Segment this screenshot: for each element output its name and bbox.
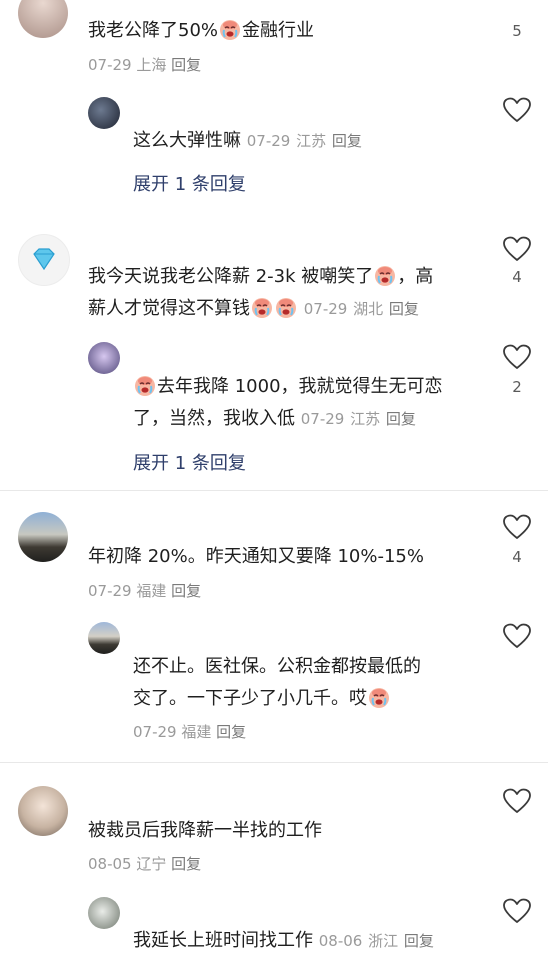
heart-outline-icon[interactable] [503, 97, 531, 123]
crying-face-emoji [251, 297, 273, 318]
reply-avatar[interactable] [88, 342, 120, 374]
avatar[interactable] [18, 786, 68, 836]
expand-replies-link[interactable]: 展开 1 条回复 [133, 170, 246, 196]
reply-button[interactable]: 回复 [171, 56, 201, 74]
comment-text: 我老公降了50% 金融行业 [88, 19, 315, 41]
reply-text-line1: 还不止。医社保。公积金都按最低的 [133, 656, 421, 677]
reply-button[interactable]: 回复 [216, 723, 246, 741]
like-count: 5 [512, 22, 522, 40]
comment-meta: 07-29 福建 回复 [88, 582, 202, 600]
comment-text-line2: 薪人才觉得这不算钱 07-29 湖北 回复 [88, 297, 419, 319]
like-count: 2 [512, 378, 522, 396]
reply-avatar[interactable] [88, 622, 120, 654]
heart-outline-icon[interactable] [503, 898, 531, 924]
comment-text-line1: 我今天说我老公降薪 2-3k 被嘲笑了 ，高 [88, 265, 434, 287]
reply-text-line2: 了，当然，我收入低 07-29 江苏 回复 [133, 408, 416, 429]
like-count: 4 [512, 268, 522, 286]
like-count: 4 [512, 548, 522, 566]
expand-replies-link[interactable]: 展开 1 条回复 [133, 449, 246, 475]
crying-face-emoji [374, 265, 397, 286]
reply-text-line1: 去年我降 1000，我就觉得生无可恋 [133, 372, 443, 402]
diamond-avatar-icon [33, 248, 55, 271]
reply-button[interactable]: 回复 [389, 300, 419, 318]
avatar[interactable] [18, 234, 70, 286]
reply-button[interactable]: 回复 [332, 132, 362, 150]
reply-button[interactable]: 回复 [404, 932, 434, 950]
avatar[interactable] [18, 0, 68, 38]
heart-outline-icon[interactable] [503, 788, 531, 814]
comment-meta: 08-05 辽宁 回复 [88, 855, 202, 873]
crying-face-emoji [134, 375, 156, 396]
crying-face-emoji [368, 687, 390, 708]
crying-face-emoji [219, 19, 242, 40]
crying-face-emoji [275, 297, 297, 318]
reply-button[interactable]: 回复 [171, 582, 201, 600]
comment-meta: 07-29 上海 回复 [88, 56, 202, 74]
reply-button[interactable]: 回复 [386, 410, 416, 428]
heart-outline-icon[interactable] [503, 344, 531, 370]
reply-meta: 07-29 福建 回复 [133, 723, 247, 741]
heart-outline-icon[interactable] [503, 514, 531, 540]
comment-text: 被裁员后我降薪一半找的工作 [88, 820, 322, 841]
avatar[interactable] [18, 512, 68, 562]
reply-text-line2: 交了。一下子少了小几千。哎 [133, 684, 391, 714]
heart-outline-icon[interactable] [503, 623, 531, 649]
comment-text: 年初降 20%。昨天通知又要降 10%-15% [88, 546, 424, 567]
reply-text: 我延长上班时间找工作 08-06 浙江 回复 [133, 930, 434, 951]
reply-avatar[interactable] [88, 897, 120, 929]
heart-outline-icon[interactable] [503, 236, 531, 262]
reply-avatar[interactable] [88, 97, 120, 129]
divider [0, 490, 548, 491]
reply-button[interactable]: 回复 [171, 855, 201, 873]
reply-text: 这么大弹性嘛 07-29 江苏 回复 [133, 130, 362, 151]
divider [0, 762, 548, 763]
